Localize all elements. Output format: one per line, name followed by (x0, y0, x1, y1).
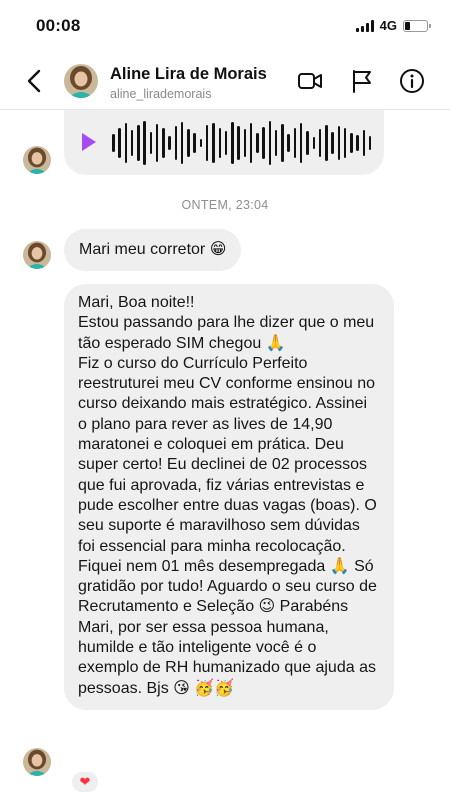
waveform-bar (212, 123, 215, 163)
waveform-bar (112, 134, 115, 152)
message-text: Mari, Boa noite!! Estou passando para lh… (78, 294, 377, 697)
voice-message[interactable] (64, 110, 384, 175)
waveform-bar (331, 132, 334, 154)
waveform-bar (124, 123, 128, 163)
status-indicators: 4G (355, 18, 431, 33)
contact-avatar[interactable] (64, 64, 98, 98)
flag-icon[interactable] (349, 68, 375, 94)
contact-name[interactable]: Aline Lira de Morais (110, 65, 267, 84)
sender-avatar[interactable] (23, 146, 51, 174)
waveform-bar (193, 133, 196, 153)
waveform-bar (155, 124, 159, 162)
waveform-bar (237, 126, 240, 160)
waveform-bar (325, 125, 328, 161)
audio-waveform[interactable] (112, 120, 372, 166)
info-icon[interactable] (399, 68, 425, 94)
waveform-bar (337, 126, 341, 160)
waveform-bar (368, 136, 372, 150)
waveform-bar (149, 132, 153, 154)
sender-avatar[interactable] (23, 748, 51, 776)
play-icon[interactable] (82, 133, 96, 151)
waveform-bar (312, 137, 315, 149)
waveform-bar (274, 130, 278, 156)
waveform-bar (350, 133, 353, 153)
waveform-bar (218, 128, 222, 158)
waveform-bar (356, 135, 359, 151)
message-bubble[interactable]: Mari meu corretor 😁 (64, 229, 242, 272)
waveform-bar (118, 128, 121, 158)
waveform-bar (231, 122, 234, 164)
back-arrow-icon[interactable] (22, 67, 48, 95)
message-bubble[interactable]: Mari, Boa noite!! Estou passando para lh… (64, 284, 394, 710)
chat-header: Aline Lira de Morais aline_lirademorais (0, 52, 450, 110)
waveform-bar (143, 121, 146, 165)
waveform-bar (318, 129, 322, 157)
waveform-bar (299, 123, 303, 163)
waveform-bar (362, 130, 366, 156)
message-text: Mari meu corretor 😁 (79, 241, 227, 258)
video-call-icon[interactable] (297, 68, 323, 94)
waveform-bar (162, 128, 165, 158)
waveform-bar (137, 125, 140, 161)
waveform-bar (205, 125, 209, 161)
waveform-bar (180, 122, 184, 164)
waveform-bar (199, 139, 203, 147)
waveform-bar (130, 130, 134, 156)
waveform-bar (224, 131, 228, 155)
waveform-bar (187, 129, 190, 157)
waveform-bar (243, 129, 247, 157)
heart-reaction-icon[interactable]: ❤ (70, 770, 100, 794)
waveform-bar (343, 128, 347, 158)
sender-avatar[interactable] (23, 241, 51, 269)
waveform-bar (306, 131, 309, 155)
message-timestamp: ONTEM, 23:04 (181, 198, 269, 212)
waveform-bar (281, 124, 284, 162)
waveform-bar (268, 121, 272, 165)
waveform-bar (262, 127, 265, 159)
status-time: 00:08 (36, 16, 81, 35)
waveform-bar (168, 136, 171, 150)
waveform-bar (249, 123, 253, 163)
battery-icon (403, 19, 431, 32)
signal-icon (355, 19, 374, 32)
waveform-bar (256, 133, 259, 153)
waveform-bar (174, 126, 178, 160)
waveform-bar (287, 134, 290, 152)
contact-username[interactable]: aline_lirademorais (110, 87, 211, 101)
network-type: 4G (379, 18, 397, 33)
status-bar: 00:08 4G (0, 0, 450, 52)
waveform-bar (293, 128, 297, 158)
